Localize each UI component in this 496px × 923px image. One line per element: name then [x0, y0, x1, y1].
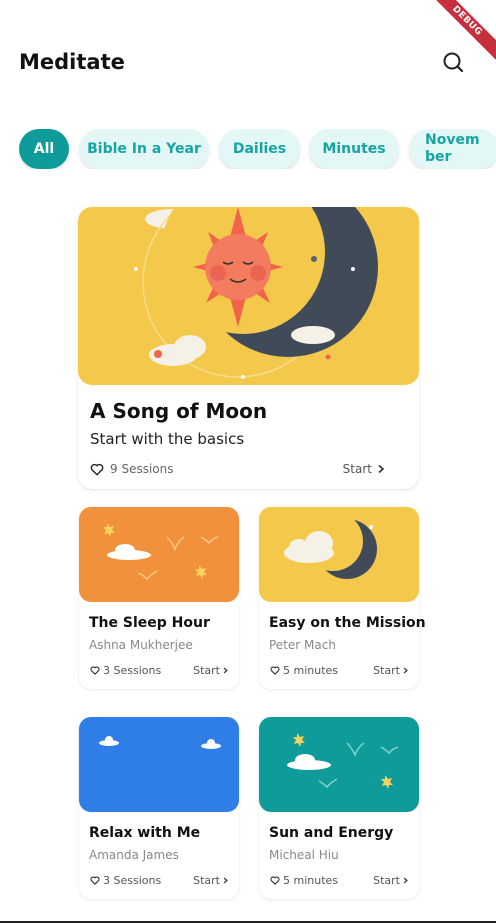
card-start-button[interactable]: Start: [193, 874, 229, 887]
category-chips: All Bible In a Year Dailies Minutes Nove…: [19, 129, 496, 169]
card-author: Ashna Mukherjee: [89, 638, 193, 652]
chip-minutes[interactable]: Minutes: [309, 129, 399, 169]
start-label: Start: [342, 462, 372, 476]
featured-card[interactable]: A Song of Moon Start with the basics 9 S…: [78, 207, 419, 489]
heart-outline-icon: [90, 666, 100, 675]
card-author: Amanda James: [89, 848, 179, 862]
chip-bible-in-a-year[interactable]: Bible In a Year: [79, 129, 209, 169]
card-meta: 5 minutes: [270, 874, 338, 887]
featured-meta: 9 Sessions: [90, 462, 174, 476]
session-card[interactable]: The Sleep Hour Ashna Mukherjee 3 Session…: [79, 507, 239, 689]
page-title: Meditate: [19, 50, 125, 74]
chip-label: Bible In a Year: [87, 141, 201, 157]
card-author: Peter Mach: [269, 638, 336, 652]
chip-november[interactable]: Novem ber: [409, 129, 496, 169]
card-illustration: [79, 717, 239, 812]
session-card[interactable]: Easy on the Mission Peter Mach 5 minutes…: [259, 507, 426, 689]
chip-label: Dailies: [232, 141, 287, 157]
chevron-right-icon: [223, 667, 228, 674]
card-illustration: [259, 507, 419, 602]
card-meta: 5 minutes: [270, 664, 338, 677]
chevron-right-icon: [223, 877, 228, 884]
start-label: Start: [373, 664, 400, 677]
chevron-right-icon: [403, 877, 408, 884]
search-button[interactable]: [439, 48, 469, 78]
chevron-right-icon: [378, 464, 385, 474]
featured-illustration: [78, 207, 419, 385]
card-illustration: [79, 507, 239, 602]
card-sessions: 3 Sessions: [103, 874, 162, 887]
session-card[interactable]: Relax with Me Amanda James 3 Sessions St…: [79, 717, 239, 899]
featured-sessions: 9 Sessions: [110, 462, 174, 476]
chip-all[interactable]: All: [19, 129, 69, 169]
chip-label: All: [33, 141, 55, 157]
card-title: Easy on the Mission: [269, 615, 426, 631]
heart-outline-icon: [90, 463, 104, 475]
featured-start-button[interactable]: Start: [343, 462, 386, 476]
card-start-button[interactable]: Start: [193, 664, 229, 677]
card-title: The Sleep Hour: [89, 615, 210, 631]
card-duration: 5 minutes: [283, 874, 339, 887]
heart-outline-icon: [270, 876, 280, 885]
heart-outline-icon: [270, 666, 280, 675]
card-illustration: [259, 717, 419, 812]
chevron-right-icon: [403, 667, 408, 674]
featured-subtitle: Start with the basics: [90, 430, 245, 448]
card-start-button[interactable]: Start: [373, 874, 409, 887]
featured-title: A Song of Moon: [90, 399, 268, 423]
card-meta: 3 Sessions: [90, 874, 161, 887]
app-header: Meditate: [19, 48, 477, 78]
card-start-button[interactable]: Start: [373, 664, 409, 677]
card-title: Sun and Energy: [269, 825, 394, 841]
card-meta: 3 Sessions: [90, 664, 161, 677]
start-label: Start: [373, 874, 400, 887]
search-icon: [443, 52, 464, 73]
heart-outline-icon: [90, 876, 100, 885]
card-sessions: 3 Sessions: [103, 664, 162, 677]
card-title: Relax with Me: [89, 825, 201, 841]
chip-dailies[interactable]: Dailies: [219, 129, 300, 169]
chip-label: Minutes: [322, 141, 386, 157]
card-duration: 5 minutes: [283, 664, 339, 677]
chip-label: Novem ber: [425, 132, 480, 165]
session-card[interactable]: Sun and Energy Micheal Hiu 5 minutes Sta…: [259, 717, 419, 899]
start-label: Start: [193, 664, 220, 677]
start-label: Start: [193, 874, 220, 887]
card-author: Micheal Hiu: [269, 848, 339, 862]
